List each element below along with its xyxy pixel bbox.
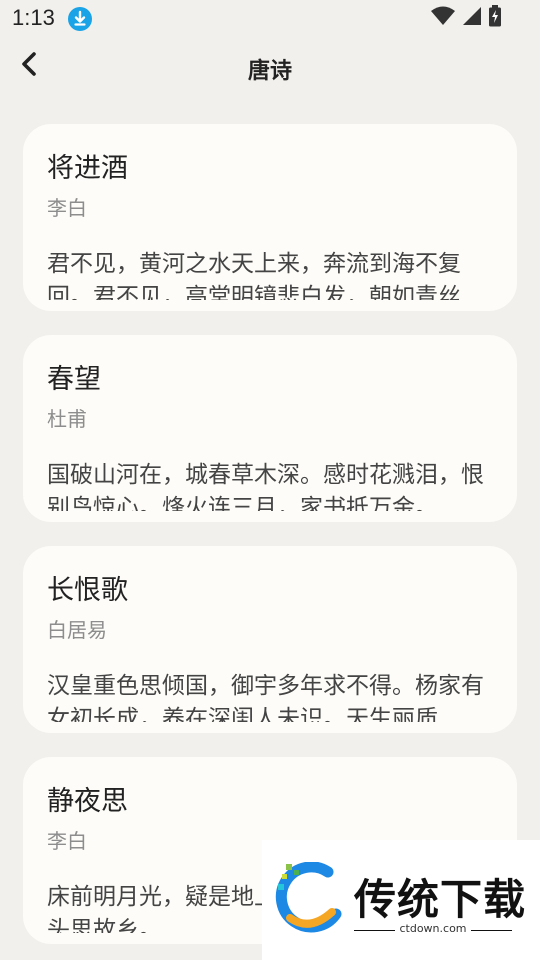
- wifi-icon: [430, 6, 456, 30]
- status-time: 1:13: [12, 5, 55, 30]
- poem-card[interactable]: 将进酒 李白 君不见，黄河之水天上来，奔流到海不复回。君不见，高堂明镜悲白发，朝…: [23, 124, 517, 311]
- watermark-url: ctdown.com: [395, 922, 471, 935]
- status-icons: [430, 5, 502, 31]
- page-title: 唐诗: [247, 59, 292, 84]
- watermark-overlay: 传统下载 ctdown.com: [262, 840, 540, 960]
- watermark-logo-icon: [270, 861, 350, 938]
- watermark-name: 传统下载: [354, 875, 527, 924]
- poem-author: 杜甫: [47, 407, 87, 431]
- poem-excerpt: 国破山河在，城春草木深。感时花溅泪，恨别鸟惊心。烽火连三月，家书抵万金。: [47, 462, 484, 511]
- poem-title: 长恨歌: [47, 575, 128, 606]
- watermark-url-wrap: ctdown.com: [354, 922, 512, 935]
- status-bar: 1:13: [0, 0, 540, 38]
- poem-excerpt: 汉皇重色思倾国，御宇多年求不得。杨家有女初长成，养在深闺人未识。天生丽质: [47, 673, 484, 722]
- poem-author: 李白: [47, 196, 87, 220]
- poem-title: 将进酒: [47, 153, 128, 184]
- poem-card[interactable]: 春望 杜甫 国破山河在，城春草木深。感时花溅泪，恨别鸟惊心。烽火连三月，家书抵万…: [23, 335, 517, 522]
- poem-title: 春望: [47, 364, 101, 395]
- poem-author: 李白: [47, 829, 87, 853]
- battery-charging-icon: [488, 5, 502, 31]
- app-bar: 唐诗: [0, 38, 540, 100]
- download-icon: [68, 7, 92, 31]
- poem-excerpt: 君不见，黄河之水天上来，奔流到海不复回。君不见，高堂明镜悲白发，朝如青丝: [47, 251, 461, 300]
- poem-author: 白居易: [47, 618, 107, 642]
- signal-icon: [462, 6, 482, 30]
- poem-title: 静夜思: [47, 786, 128, 817]
- poem-card[interactable]: 长恨歌 白居易 汉皇重色思倾国，御宇多年求不得。杨家有女初长成，养在深闺人未识。…: [23, 546, 517, 733]
